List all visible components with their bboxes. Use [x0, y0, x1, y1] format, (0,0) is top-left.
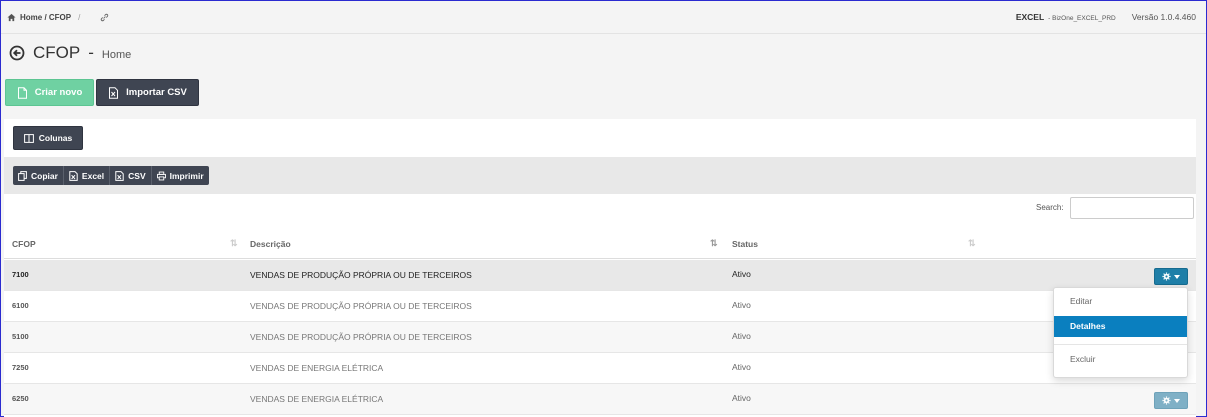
cell-status: Ativo [732, 269, 751, 279]
columns-button[interactable]: Colunas [13, 126, 83, 150]
header-cfop[interactable]: CFOP [12, 239, 36, 249]
breadcrumb: Home / CFOP / [7, 13, 109, 22]
cell-status: Ativo [732, 393, 751, 403]
breadcrumb-separator: / [78, 13, 81, 22]
table-row[interactable]: 6250 VENDAS DE ENERGIA ELÉTRICA Ativo [4, 384, 1196, 415]
page-title: CFOP [33, 43, 81, 62]
create-new-label: Criar novo [34, 87, 83, 98]
environment-name: EXCEL [1015, 12, 1045, 22]
cell-cfop: 6100 [12, 301, 29, 310]
row-actions-button[interactable] [1154, 268, 1188, 285]
home-icon[interactable] [7, 13, 16, 22]
menu-item-edit[interactable]: Editar [1054, 291, 1187, 312]
sort-desc-icon[interactable]: ⇅ [710, 238, 718, 249]
content-panel: Colunas Copiar Excel CSV Imprimir Search… [4, 119, 1196, 417]
export-toolbar: Copiar Excel CSV Imprimir [4, 157, 1196, 194]
chevron-down-icon [1174, 398, 1180, 403]
cell-cfop: 7100 [12, 270, 29, 279]
cell-descricao: VENDAS DE PRODUÇÃO PRÓPRIA OU DE TERCEIR… [250, 301, 472, 311]
table-row[interactable]: 7250 VENDAS DE ENERGIA ELÉTRICA Ativo [4, 353, 1196, 384]
csv-label: CSV [128, 170, 146, 181]
sort-icon[interactable]: ⇅ [230, 238, 238, 249]
row-actions-menu: Editar Detalhes Excluir [1053, 287, 1188, 378]
create-new-button[interactable]: Criar novo [5, 79, 94, 106]
environment-instance: - BizOne_EXCEL_PRD [1048, 15, 1116, 22]
cell-descricao: VENDAS DE ENERGIA ELÉTRICA [250, 363, 384, 373]
columns-icon [23, 133, 34, 143]
sort-icon[interactable]: ⇅ [968, 238, 976, 249]
table-row[interactable]: 7100 VENDAS DE PRODUÇÃO PRÓPRIA OU DE TE… [4, 260, 1196, 291]
excel-file-icon [109, 86, 119, 99]
top-bar: Home / CFOP / EXCEL - BizOne_EXCEL_PRD V… [1, 1, 1206, 34]
link-icon[interactable] [100, 13, 109, 22]
print-label: Imprimir [169, 170, 204, 181]
copy-button[interactable]: Copiar [13, 166, 64, 185]
environment-info: EXCEL - BizOne_EXCEL_PRD Versão 1.0.4.46… [1016, 12, 1196, 22]
csv-icon [115, 170, 124, 181]
cell-descricao: VENDAS DE PRODUÇÃO PRÓPRIA OU DE TERCEIR… [250, 270, 472, 280]
print-icon [156, 171, 166, 180]
header-status[interactable]: Status [732, 239, 758, 249]
export-button-group: Copiar Excel CSV Imprimir [13, 166, 209, 185]
version-label: Versão 1.0.4.460 [1131, 12, 1196, 22]
excel-icon [69, 170, 78, 181]
copy-icon [18, 170, 27, 181]
gear-icon [1162, 396, 1171, 405]
print-button[interactable]: Imprimir [151, 166, 209, 185]
page-header: CFOP - Home [9, 43, 131, 63]
table-row[interactable]: 5100 VENDAS DE PRODUÇÃO PRÓPRIA OU DE TE… [4, 322, 1196, 353]
cell-status: Ativo [732, 331, 751, 341]
cell-cfop: 7250 [12, 363, 29, 372]
cell-status: Ativo [732, 300, 751, 310]
cell-cfop: 6250 [12, 394, 29, 403]
menu-item-details[interactable]: Detalhes [1054, 316, 1187, 337]
menu-divider [1054, 344, 1187, 345]
row-actions-button[interactable] [1154, 392, 1188, 409]
copy-label: Copiar [31, 170, 58, 181]
breadcrumb-path[interactable]: Home / CFOP [20, 13, 71, 22]
excel-label: Excel [81, 170, 105, 181]
header-descricao[interactable]: Descrição [250, 239, 291, 249]
excel-button[interactable]: Excel [63, 166, 111, 185]
csv-button[interactable]: CSV [110, 166, 152, 185]
import-csv-button[interactable]: Importar CSV [96, 79, 199, 106]
new-file-icon [17, 86, 27, 99]
cell-descricao: VENDAS DE PRODUÇÃO PRÓPRIA OU DE TERCEIR… [250, 332, 472, 342]
back-arrow-icon[interactable] [9, 45, 25, 61]
title-separator: - [88, 43, 94, 62]
chevron-down-icon [1174, 274, 1180, 279]
page-subtitle: Home [101, 49, 132, 61]
cell-descricao: VENDAS DE ENERGIA ELÉTRICA [250, 394, 384, 404]
gear-icon [1162, 272, 1171, 281]
menu-item-delete[interactable]: Excluir [1054, 349, 1187, 370]
cell-status: Ativo [732, 362, 751, 372]
search-input[interactable] [1070, 197, 1194, 219]
columns-label: Colunas [38, 133, 73, 143]
import-csv-label: Importar CSV [126, 87, 187, 98]
search-label: Search: [1036, 203, 1064, 212]
cell-cfop: 5100 [12, 332, 29, 341]
table-row[interactable]: 6100 VENDAS DE PRODUÇÃO PRÓPRIA OU DE TE… [4, 291, 1196, 322]
table-header: CFOP ⇅ Descrição ⇅ Status ⇅ [4, 229, 1196, 259]
